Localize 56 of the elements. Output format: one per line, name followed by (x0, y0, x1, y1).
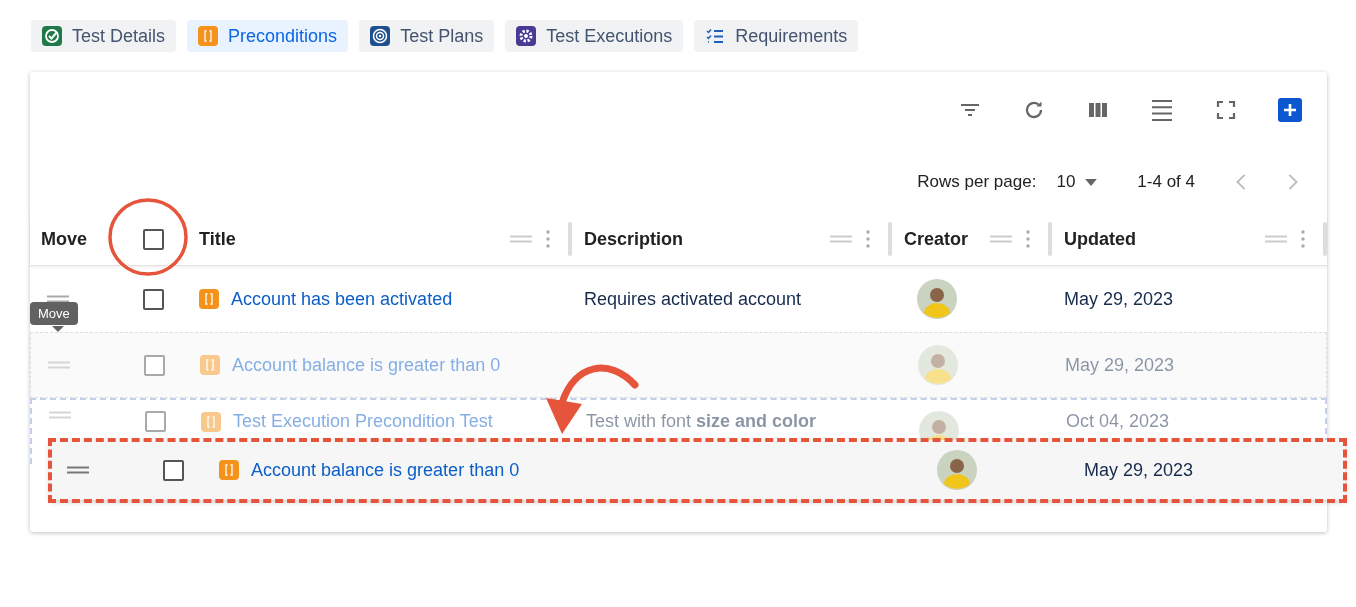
updated-date: May 29, 2023 (1084, 459, 1194, 481)
description-text: Requires activated account (584, 288, 802, 310)
avatar-icon (917, 279, 957, 319)
drag-handle-icon[interactable] (67, 466, 89, 474)
row-checkbox[interactable] (163, 459, 184, 481)
column-header[interactable]: Creator (892, 228, 990, 250)
select-all-checkbox[interactable] (143, 228, 164, 250)
more-icon[interactable] (1301, 230, 1305, 248)
rows-per-page-select[interactable]: 10 (1056, 172, 1098, 192)
title-link[interactable]: Account has been activated (231, 288, 453, 310)
bracket-icon (219, 460, 239, 480)
more-icon[interactable] (1026, 230, 1030, 248)
row-checkbox[interactable] (144, 354, 165, 376)
gear-icon (516, 26, 537, 46)
column-header[interactable]: Updated (1052, 228, 1265, 250)
checkmark-icon (42, 26, 62, 46)
drag-handle-icon[interactable] (830, 235, 852, 243)
tab[interactable]: Requirements (694, 20, 859, 52)
caret-icon (1085, 178, 1098, 186)
tab[interactable]: Test Details (31, 20, 177, 52)
row-checkbox[interactable] (145, 411, 166, 432)
target-icon (370, 26, 391, 46)
rows-per-page-label: Rows per page: (917, 172, 1037, 192)
more-icon[interactable] (546, 230, 550, 248)
column-header[interactable]: Description (572, 228, 830, 250)
tab[interactable]: Test Executions (505, 20, 684, 52)
description-text: Test with font size and color (586, 411, 817, 432)
drag-handle-icon[interactable] (1265, 235, 1287, 243)
title-link[interactable]: Account balance is greater than 0 (251, 459, 520, 481)
previous-page-icon[interactable] (1235, 173, 1247, 191)
updated-date: Oct 04, 2023 (1066, 411, 1170, 432)
bracket-icon (200, 355, 220, 375)
bracket-icon (199, 289, 219, 309)
updated-date: May 29, 2023 (1065, 354, 1175, 376)
drag-handle-icon[interactable] (47, 295, 69, 303)
tab[interactable]: Preconditions (187, 20, 349, 52)
drag-handle-icon[interactable] (510, 235, 532, 243)
page-range: 1-4 of 4 (1137, 172, 1195, 192)
row-checkbox[interactable] (143, 288, 164, 310)
avatar-icon (937, 450, 977, 490)
next-page-icon[interactable] (1287, 173, 1299, 191)
drag-handle-icon[interactable] (990, 235, 1012, 243)
tab[interactable]: Test Plans (359, 20, 495, 52)
dragged-row[interactable]: Account balance is greater than 0 May 29, 2023 (50, 440, 1345, 500)
updated-date: May 29, 2023 (1064, 288, 1174, 310)
column-header: Move (40, 228, 88, 250)
column-header[interactable]: Title (187, 228, 510, 250)
avatar-icon (918, 345, 958, 385)
bracket-icon (198, 26, 219, 46)
fullscreen-icon[interactable] (1214, 98, 1238, 122)
add-icon[interactable] (1278, 98, 1302, 122)
checklist-icon (705, 26, 726, 46)
density-icon[interactable] (1150, 98, 1174, 122)
tooltip-pointer (52, 326, 64, 332)
bracket-icon (201, 411, 221, 432)
more-icon[interactable] (866, 230, 870, 248)
